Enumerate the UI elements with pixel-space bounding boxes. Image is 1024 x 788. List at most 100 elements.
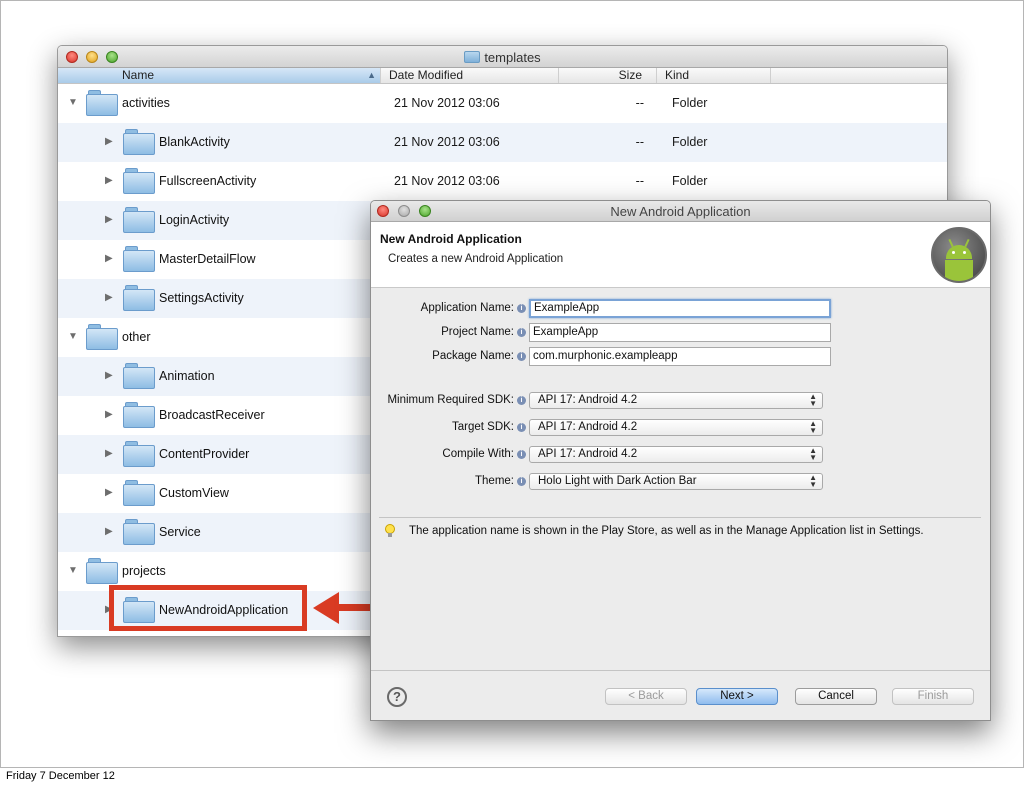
- help-icon[interactable]: ?: [387, 687, 407, 707]
- theme-select[interactable]: Holo Light with Dark Action Bar ▲ ▼: [529, 472, 823, 490]
- project-name-input[interactable]: [529, 322, 831, 342]
- lightbulb-icon: [385, 524, 395, 538]
- column-name-label: Name: [122, 68, 155, 82]
- row-name: Service: [159, 525, 201, 539]
- info-icon: i: [517, 327, 526, 337]
- folder-icon: [123, 402, 155, 428]
- new-android-app-dialog: New Android Application New Android Appl…: [370, 200, 991, 721]
- compile-with-row: Compile With: i API 17: Android 4.2 ▲ ▼: [371, 444, 823, 464]
- row-size: --: [635, 135, 644, 149]
- disclosure-collapsed-icon[interactable]: ▶: [105, 370, 113, 381]
- hint-row: The application name is shown in the Pla…: [385, 524, 924, 538]
- row-name: activities: [122, 96, 170, 110]
- footer-date: Friday 7 December 12: [6, 770, 115, 782]
- column-header: Name ▲ Date Modified Size Kind: [58, 68, 947, 84]
- android-logo-icon: [931, 227, 987, 283]
- folder-icon: [86, 558, 118, 584]
- target-sdk-label: Target SDK:: [452, 421, 514, 433]
- finder-title-text: templates: [484, 50, 541, 65]
- info-icon: i: [517, 351, 526, 361]
- row-name: LoginActivity: [159, 213, 230, 227]
- table-row[interactable]: ▶ BlankActivity 21 Nov 2012 03:06 -- Folder: [58, 123, 947, 162]
- project-name-row: Project Name: i: [371, 322, 831, 342]
- theme-label: Theme:: [475, 475, 514, 487]
- column-name[interactable]: Name ▲: [58, 68, 381, 83]
- package-name-row: Package Name: i: [371, 346, 831, 366]
- info-icon: i: [517, 395, 526, 405]
- package-name-input[interactable]: [529, 346, 831, 366]
- cancel-button[interactable]: Cancel: [795, 688, 877, 705]
- application-name-input[interactable]: [529, 298, 831, 318]
- compile-with-value: API 17: Android 4.2: [538, 447, 638, 460]
- row-name: CustomView: [159, 486, 229, 500]
- theme-row: Theme: i Holo Light with Dark Action Bar…: [371, 471, 823, 491]
- row-date: 21 Nov 2012 03:06: [394, 135, 500, 149]
- disclosure-expanded-icon[interactable]: ▼: [68, 97, 78, 108]
- separator: [379, 517, 981, 518]
- compile-with-select[interactable]: API 17: Android 4.2 ▲ ▼: [529, 445, 823, 463]
- folder-icon: [123, 207, 155, 233]
- project-name-label: Project Name:: [441, 326, 514, 338]
- row-name: BlankActivity: [159, 135, 230, 149]
- arrow-left-icon: [313, 592, 339, 624]
- row-name: Animation: [159, 369, 215, 383]
- folder-icon: [123, 519, 155, 545]
- disclosure-collapsed-icon[interactable]: ▶: [105, 253, 113, 264]
- min-sdk-row: Minimum Required SDK: i API 17: Android …: [371, 390, 823, 410]
- updown-chevron-icon: ▲ ▼: [809, 445, 817, 462]
- dialog-titlebar: New Android Application: [371, 201, 990, 222]
- updown-chevron-icon: ▲ ▼: [809, 418, 817, 435]
- finder-titlebar: templates: [58, 46, 947, 68]
- finder-title: templates: [58, 50, 947, 65]
- target-sdk-select[interactable]: API 17: Android 4.2 ▲ ▼: [529, 418, 823, 436]
- application-name-label: Application Name:: [420, 302, 514, 314]
- finish-button[interactable]: Finish: [892, 688, 974, 705]
- back-button[interactable]: < Back: [605, 688, 687, 705]
- folder-icon: [86, 90, 118, 116]
- row-name: ContentProvider: [159, 447, 250, 461]
- column-date-label: Date Modified: [389, 68, 464, 82]
- disclosure-collapsed-icon[interactable]: ▶: [105, 175, 113, 186]
- disclosure-expanded-icon[interactable]: ▼: [68, 565, 78, 576]
- disclosure-collapsed-icon[interactable]: ▶: [105, 448, 113, 459]
- column-date[interactable]: Date Modified: [381, 68, 559, 83]
- disclosure-collapsed-icon[interactable]: ▶: [105, 292, 113, 303]
- row-size: --: [635, 96, 644, 110]
- package-name-label: Package Name:: [432, 350, 514, 362]
- disclosure-collapsed-icon[interactable]: ▶: [105, 409, 113, 420]
- disclosure-collapsed-icon[interactable]: ▶: [105, 136, 113, 147]
- row-name: other: [122, 330, 151, 344]
- compile-with-label: Compile With:: [442, 448, 514, 460]
- info-icon: i: [517, 303, 526, 313]
- min-sdk-select[interactable]: API 17: Android 4.2 ▲ ▼: [529, 391, 823, 409]
- row-name: FullscreenActivity: [159, 174, 257, 188]
- dialog-title: New Android Application: [610, 204, 751, 219]
- dialog-button-bar: ? < Back Next > Cancel Finish: [371, 670, 990, 720]
- row-size: --: [635, 174, 644, 188]
- disclosure-expanded-icon[interactable]: ▼: [68, 331, 78, 342]
- disclosure-collapsed-icon[interactable]: ▶: [105, 526, 113, 537]
- info-icon: i: [517, 422, 526, 432]
- info-icon: i: [517, 476, 526, 486]
- banner-subtitle: Creates a new Android Application: [388, 253, 564, 265]
- dialog-banner: New Android Application Creates a new An…: [371, 222, 990, 288]
- row-name: SettingsActivity: [159, 291, 244, 305]
- folder-icon: [123, 168, 155, 194]
- banner-title: New Android Application: [380, 232, 522, 246]
- column-size[interactable]: Size: [559, 68, 657, 83]
- row-date: 21 Nov 2012 03:06: [394, 174, 500, 188]
- target-sdk-value: API 17: Android 4.2: [538, 420, 638, 433]
- min-sdk-value: API 17: Android 4.2: [538, 393, 638, 406]
- table-row[interactable]: ▶ FullscreenActivity 21 Nov 2012 03:06 -- Fo…: [58, 162, 947, 201]
- folder-icon: [123, 363, 155, 389]
- next-button[interactable]: Next >: [696, 688, 778, 705]
- folder-icon: [123, 441, 155, 467]
- column-kind-label: Kind: [665, 68, 690, 82]
- disclosure-collapsed-icon[interactable]: ▶: [105, 214, 113, 225]
- folder-icon: [123, 285, 155, 311]
- row-date: 21 Nov 2012 03:06: [394, 96, 500, 110]
- disclosure-collapsed-icon[interactable]: ▶: [105, 487, 113, 498]
- column-kind[interactable]: Kind: [657, 68, 771, 83]
- table-row[interactable]: ▼ activities 21 Nov 2012 03:06 -- Folder: [58, 84, 947, 123]
- updown-chevron-icon: ▲ ▼: [809, 472, 817, 489]
